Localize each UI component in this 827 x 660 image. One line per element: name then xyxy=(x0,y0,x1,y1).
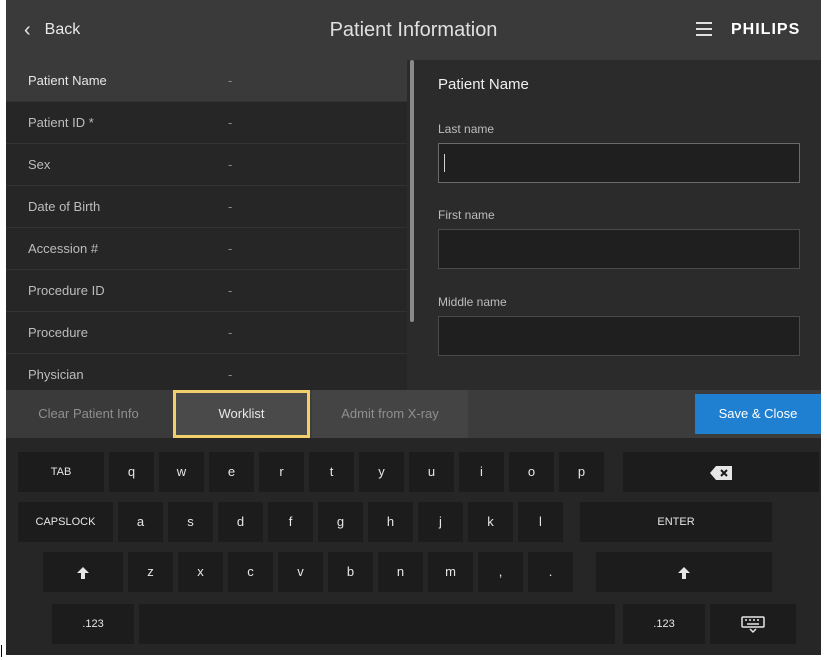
list-item-label: Patient ID * xyxy=(28,115,94,130)
list-item-sex[interactable]: Sex - xyxy=(6,144,407,186)
key-space[interactable] xyxy=(139,604,615,644)
hamburger-menu-icon[interactable] xyxy=(696,22,712,36)
key-backspace[interactable] xyxy=(623,452,819,492)
middle-name-label: Middle name xyxy=(438,295,507,309)
list-item-date-of-birth[interactable]: Date of Birth - xyxy=(6,186,407,228)
list-item-value: - xyxy=(228,325,233,340)
key-w[interactable]: w xyxy=(159,452,204,492)
key-y[interactable]: y xyxy=(359,452,404,492)
key-j[interactable]: j xyxy=(418,502,463,542)
key-shift-right[interactable] xyxy=(596,552,772,592)
key-x[interactable]: x xyxy=(178,552,223,592)
list-item-value: - xyxy=(228,283,233,298)
key-enter[interactable]: ENTER xyxy=(580,502,772,542)
key-o[interactable]: o xyxy=(509,452,554,492)
first-name-field[interactable] xyxy=(438,229,800,269)
key-z[interactable]: z xyxy=(128,552,173,592)
key-a[interactable]: a xyxy=(118,502,163,542)
last-name-field[interactable] xyxy=(438,143,800,183)
key-r[interactable]: r xyxy=(259,452,304,492)
list-item-procedure-id[interactable]: Procedure ID - xyxy=(6,270,407,312)
backspace-icon xyxy=(710,465,732,480)
key-f[interactable]: f xyxy=(268,502,313,542)
shift-up-arrow-icon xyxy=(77,566,89,579)
list-item-value: - xyxy=(228,157,233,172)
form-section-title: Patient Name xyxy=(438,76,529,93)
text-caret xyxy=(444,154,445,172)
back-button[interactable]: ‹ Back xyxy=(24,0,80,60)
key-comma[interactable]: , xyxy=(478,552,523,592)
first-name-label: First name xyxy=(438,208,495,222)
key-l[interactable]: l xyxy=(518,502,563,542)
patient-field-list: Patient Name - Patient ID * - Sex - Date… xyxy=(6,60,407,390)
key-numeric-right[interactable]: .123 xyxy=(623,604,705,644)
list-item-label: Physician xyxy=(28,367,84,382)
key-c[interactable]: c xyxy=(228,552,273,592)
list-item-procedure[interactable]: Procedure - xyxy=(6,312,407,354)
text-cursor-mark xyxy=(1,645,2,657)
key-m[interactable]: m xyxy=(428,552,473,592)
list-item-label: Sex xyxy=(28,157,51,172)
list-item-patient-id[interactable]: Patient ID * - xyxy=(6,102,407,144)
list-item-label: Patient Name xyxy=(28,73,107,88)
list-item-label: Procedure ID xyxy=(28,283,105,298)
list-item-patient-name[interactable]: Patient Name - xyxy=(6,60,407,102)
list-scrollbar[interactable] xyxy=(410,60,414,322)
action-bar: Clear Patient Info Worklist Admit from X… xyxy=(6,390,821,438)
key-numeric-left[interactable]: .123 xyxy=(52,604,134,644)
middle-name-field[interactable] xyxy=(438,316,800,356)
patient-name-form: Patient Name Last name First name Middle… xyxy=(418,60,821,390)
brand-logo: PHILIPS xyxy=(731,21,801,38)
key-d[interactable]: d xyxy=(218,502,263,542)
key-g[interactable]: g xyxy=(318,502,363,542)
key-h[interactable]: h xyxy=(368,502,413,542)
keyboard-hide-icon xyxy=(741,615,765,633)
list-item-physician[interactable]: Physician - xyxy=(6,354,407,390)
admit-from-xray-button[interactable]: Admit from X-ray xyxy=(312,390,468,438)
key-q[interactable]: q xyxy=(109,452,154,492)
list-item-value: - xyxy=(228,115,233,130)
shift-up-arrow-icon xyxy=(678,566,690,579)
list-item-value: - xyxy=(228,241,233,256)
chevron-left-icon: ‹ xyxy=(24,18,31,41)
key-e[interactable]: e xyxy=(209,452,254,492)
list-item-value: - xyxy=(228,367,233,382)
key-k[interactable]: k xyxy=(468,502,513,542)
header-bar: ‹ Back Patient Information PHILIPS xyxy=(6,0,821,60)
list-item-accession[interactable]: Accession # - xyxy=(6,228,407,270)
clear-patient-info-button[interactable]: Clear Patient Info xyxy=(6,390,171,438)
list-item-label: Date of Birth xyxy=(28,199,101,214)
last-name-label: Last name xyxy=(438,122,495,136)
list-item-value: - xyxy=(228,199,233,214)
key-capslock[interactable]: CAPSLOCK xyxy=(18,502,113,542)
key-n[interactable]: n xyxy=(378,552,423,592)
key-i[interactable]: i xyxy=(459,452,504,492)
key-s[interactable]: s xyxy=(168,502,213,542)
key-tab[interactable]: TAB xyxy=(18,452,104,492)
list-item-value: - xyxy=(228,73,233,88)
back-label: Back xyxy=(44,21,81,38)
key-hide-keyboard[interactable] xyxy=(710,604,796,644)
app-window: ‹ Back Patient Information PHILIPS Patie… xyxy=(6,0,821,655)
key-p[interactable]: p xyxy=(559,452,604,492)
worklist-button[interactable]: Worklist xyxy=(173,390,310,438)
save-and-close-button[interactable]: Save & Close xyxy=(695,394,821,434)
key-v[interactable]: v xyxy=(278,552,323,592)
list-item-label: Accession # xyxy=(28,241,99,256)
key-t[interactable]: t xyxy=(309,452,354,492)
onscreen-keyboard: TAB q w e r t y u i o p CAPSLOCK a s d f… xyxy=(6,438,821,655)
key-shift-left[interactable] xyxy=(43,552,123,592)
key-b[interactable]: b xyxy=(328,552,373,592)
list-item-label: Procedure xyxy=(28,325,88,340)
key-u[interactable]: u xyxy=(409,452,454,492)
key-period[interactable]: . xyxy=(528,552,573,592)
